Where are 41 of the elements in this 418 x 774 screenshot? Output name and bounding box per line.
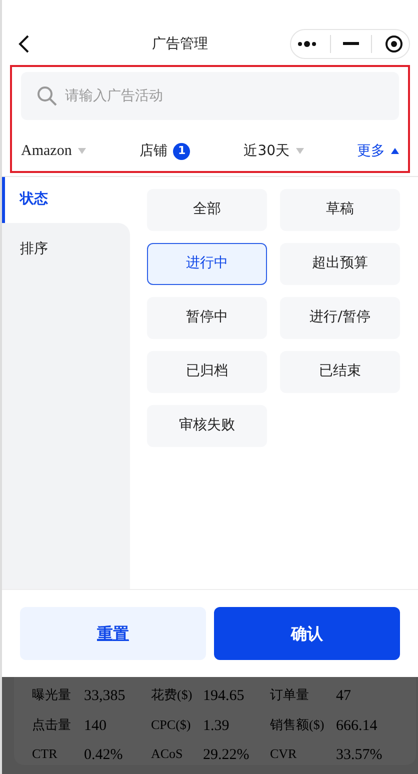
- stat-label: 销售额($): [270, 716, 326, 734]
- minimize-icon[interactable]: [342, 42, 359, 46]
- count-badge: 1: [173, 142, 190, 160]
- stat-value: 33,385: [84, 687, 126, 706]
- status-option[interactable]: 已归档: [147, 350, 267, 392]
- stat-value: 33.57%: [336, 746, 384, 765]
- stat-label: 点击量: [32, 716, 72, 734]
- page-title: 广告管理: [151, 34, 209, 54]
- more-icon[interactable]: [297, 41, 318, 47]
- stat-label: CTR: [32, 745, 58, 763]
- stat-value: 29.22%: [203, 746, 250, 765]
- sidebar-tab[interactable]: 排序: [2, 222, 130, 276]
- status-option[interactable]: 全部: [147, 188, 267, 230]
- stat-value: 194.65: [203, 687, 246, 706]
- reset-button[interactable]: 重置: [20, 607, 206, 660]
- stat-value: 666.14: [336, 716, 378, 736]
- filter-dropdown[interactable]: 近30天: [244, 140, 304, 162]
- stat-value: 140: [84, 716, 108, 736]
- confirm-button[interactable]: 确认: [214, 607, 400, 660]
- status-option[interactable]: 已结束: [280, 350, 400, 392]
- stat-label: 订单量: [270, 686, 310, 704]
- stat-value: 1.39: [203, 716, 230, 736]
- filter-dropdown[interactable]: 更多: [356, 140, 399, 162]
- stat-label: 花费($): [151, 686, 194, 704]
- status-option[interactable]: 超出预算: [280, 242, 400, 284]
- stat-label: CVR: [270, 745, 298, 763]
- status-option[interactable]: 草稿: [280, 188, 400, 230]
- status-option[interactable]: 进行中: [147, 242, 267, 284]
- status-option[interactable]: 暂停中: [147, 296, 267, 338]
- stat-label: CPC($): [151, 716, 192, 734]
- stat-value: 0.42%: [84, 746, 124, 765]
- filter-dropdown[interactable]: Amazon: [21, 140, 86, 162]
- stat-value: 47: [336, 687, 352, 706]
- filter-dropdown[interactable]: 店铺 1: [139, 140, 190, 162]
- status-option[interactable]: 审核失败: [147, 404, 267, 446]
- stat-label: 曝光量: [32, 686, 72, 704]
- status-option[interactable]: 进行/暂停: [280, 296, 400, 338]
- search-field[interactable]: 请输入广告活动: [21, 72, 399, 120]
- back-icon[interactable]: [18, 34, 30, 54]
- stat-label: ACoS: [151, 745, 184, 763]
- close-icon[interactable]: [384, 35, 403, 53]
